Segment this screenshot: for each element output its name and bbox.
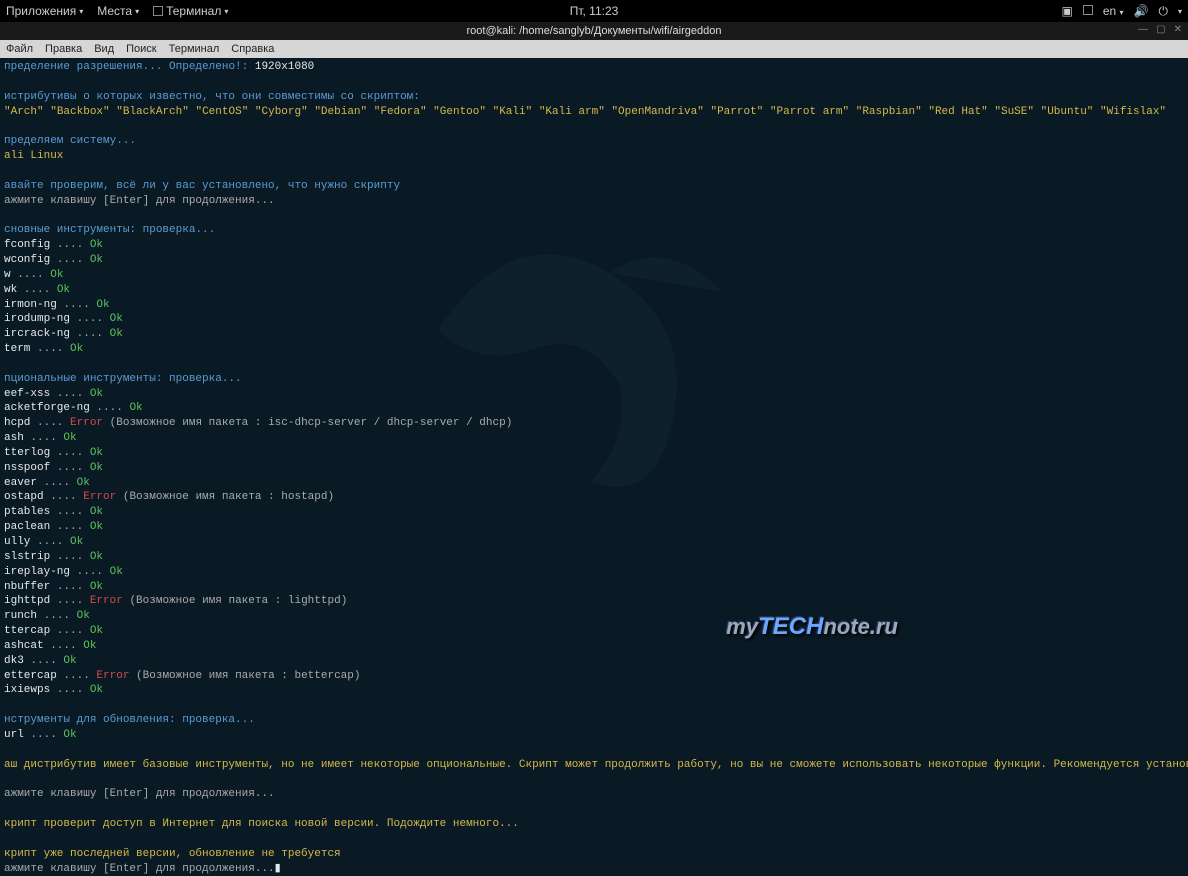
terminal-launcher[interactable]: Терминал ▾ (153, 4, 228, 18)
tool-check-line: ireplay-ng .... Ok (4, 565, 1184, 580)
tool-check-line: nbuffer .... Ok (4, 580, 1184, 595)
kali-dragon-background (380, 178, 800, 558)
menu-terminal[interactable]: Терминал (169, 43, 220, 55)
tool-check-line: ixiewps .... Ok (4, 683, 1184, 698)
tray-camera-icon[interactable]: ▣ (1061, 4, 1072, 18)
tool-check-line: runch .... Ok (4, 609, 1184, 624)
close-button[interactable]: ✕ (1174, 24, 1182, 35)
tool-check-line: url .... Ok (4, 728, 1184, 743)
tray-power-icon[interactable]: ⏻ (1158, 4, 1168, 19)
maximize-button[interactable]: ▢ (1156, 24, 1165, 35)
watermark-logo: myTECHnote.ru (726, 611, 898, 643)
terminal-icon (153, 6, 163, 16)
tool-check-line: ashcat .... Ok (4, 639, 1184, 654)
gnome-top-panel: Приложения ▾ Места ▾ Терминал ▾ Пт, 11:2… (0, 0, 1188, 22)
minimize-button[interactable]: — (1138, 24, 1148, 35)
tool-check-line: ettercap .... Error (Возможное имя пакет… (4, 669, 1184, 684)
window-title: root@kali: /home/sanglyb/Документы/wifi/… (467, 25, 722, 37)
keyboard-layout[interactable]: en ▾ (1103, 4, 1124, 18)
places-menu[interactable]: Места ▾ (97, 4, 139, 18)
menu-edit[interactable]: Правка (45, 43, 82, 55)
tray-volume-icon[interactable]: 🔊 (1134, 4, 1149, 18)
menu-help[interactable]: Справка (231, 43, 274, 55)
window-title-bar[interactable]: root@kali: /home/sanglyb/Документы/wifi/… (0, 22, 1188, 40)
menu-search[interactable]: Поиск (126, 43, 156, 55)
menu-file[interactable]: Файл (6, 43, 33, 55)
clock[interactable]: Пт, 11:23 (570, 4, 619, 18)
tray-system-menu[interactable]: ▾ (1178, 7, 1182, 16)
tool-check-line: ighttpd .... Error (Возможное имя пакета… (4, 594, 1184, 609)
terminal-output[interactable]: пределение разрешения... Определено!: 19… (0, 58, 1188, 671)
applications-menu[interactable]: Приложения ▾ (6, 4, 83, 18)
tool-check-line: ttercap .... Ok (4, 624, 1184, 639)
terminal-menu-bar: Файл Правка Вид Поиск Терминал Справка (0, 40, 1188, 58)
menu-view[interactable]: Вид (94, 43, 114, 55)
tray-workspace-icon[interactable] (1083, 4, 1093, 18)
tool-check-line: dk3 .... Ok (4, 654, 1184, 669)
